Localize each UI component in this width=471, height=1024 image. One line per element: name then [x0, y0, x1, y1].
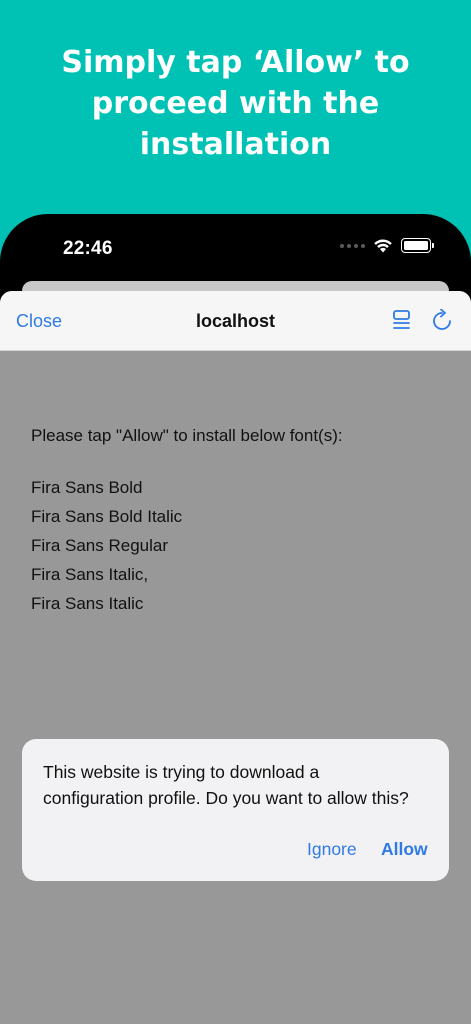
web-content: Please tap "Allow" to install below font… — [0, 351, 471, 1024]
dialog-message-line-1: This website is trying to download a — [43, 762, 320, 782]
cellular-signal-icon — [340, 243, 365, 248]
font-list-item: Fira Sans Italic, — [31, 565, 149, 584]
status-time: 22:46 — [63, 238, 113, 259]
status-icons — [340, 238, 434, 253]
battery-icon — [401, 238, 434, 253]
font-list-item: Fira Sans Italic — [31, 594, 144, 613]
dialog-message: This website is trying to download a con… — [43, 759, 438, 811]
font-list-item: Fira Sans Bold — [31, 478, 143, 497]
font-list-item: Fira Sans Regular — [31, 536, 169, 555]
promo-headline-line-2: proceed with the — [91, 86, 380, 121]
navigation-bar: Close localhost — [0, 291, 471, 351]
ignore-button[interactable]: Ignore — [307, 839, 357, 860]
reader-icon[interactable] — [392, 309, 412, 331]
install-prompt: Please tap "Allow" to install below font… — [31, 426, 343, 445]
font-list-item: Fira Sans Bold Italic — [31, 507, 183, 526]
reload-icon[interactable] — [432, 309, 452, 331]
promo-headline: Simply tap ‘Allow’ to proceed with the i… — [0, 42, 471, 165]
allow-button[interactable]: Allow — [381, 839, 428, 860]
dialog-message-line-2: configuration profile. Do you want to al… — [43, 788, 409, 808]
browser-sheet: Close localhost Please tap "Allow" to in… — [0, 291, 471, 1024]
wifi-icon — [374, 239, 392, 253]
phone-frame: 22:46 Close localhost Please tap "Allow"… — [0, 214, 471, 1024]
promo-headline-line-3: installation — [139, 127, 332, 162]
download-profile-dialog: This website is trying to download a con… — [22, 739, 449, 881]
promo-headline-line-1: Simply tap ‘Allow’ to — [61, 45, 410, 80]
font-list: Fira Sans Bold Fira Sans Bold Italic Fir… — [31, 473, 182, 618]
